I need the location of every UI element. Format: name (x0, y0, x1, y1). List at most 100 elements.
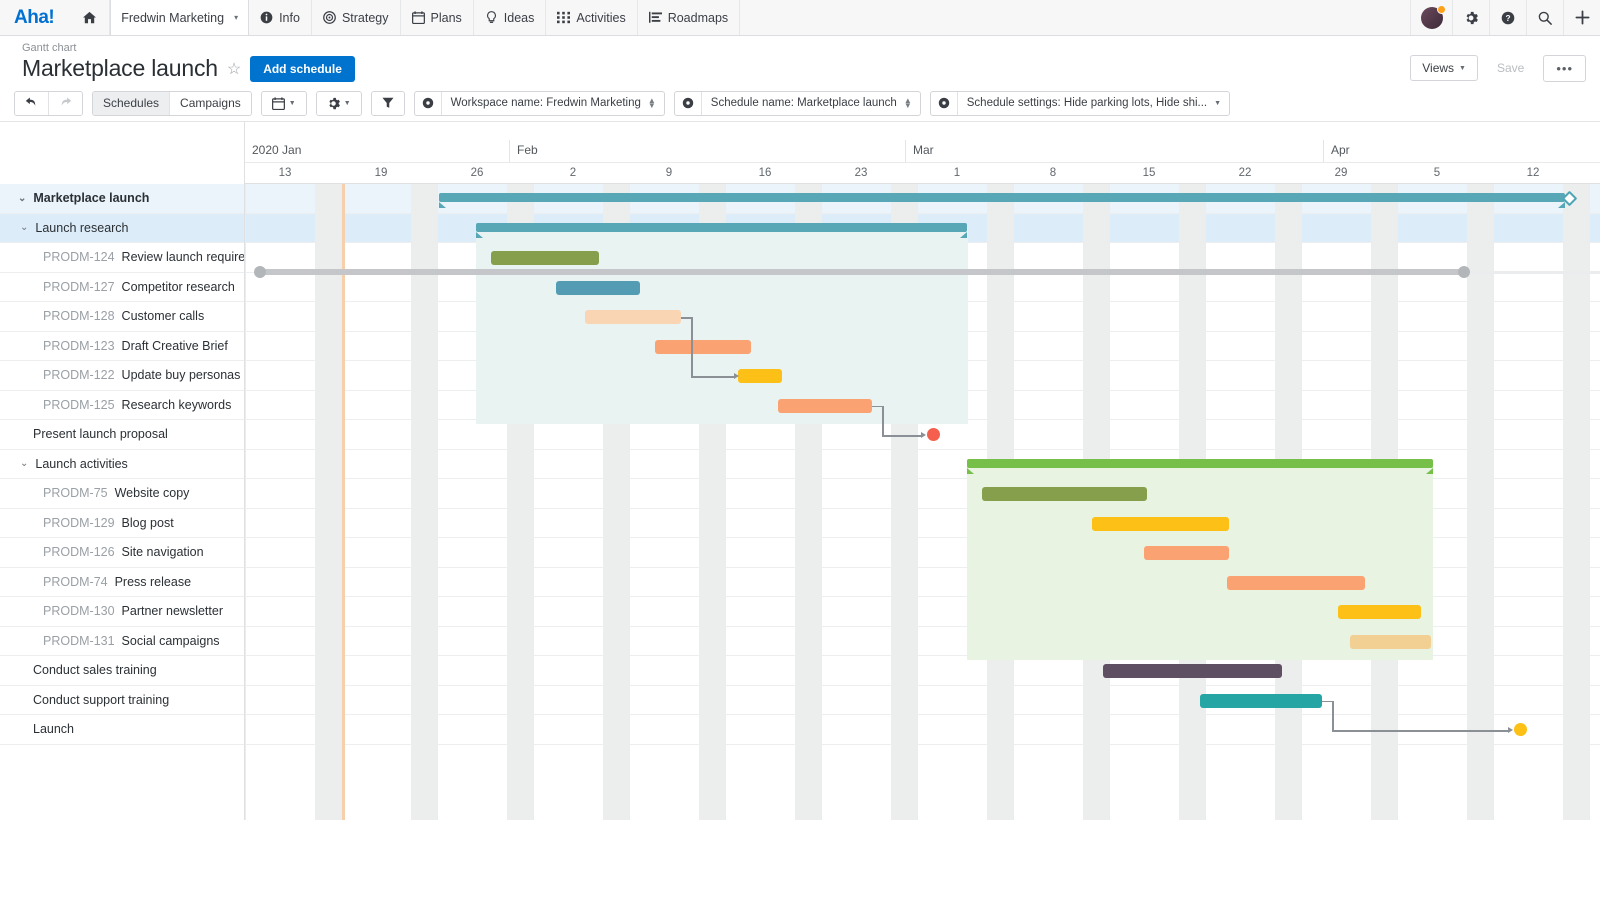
grid-icon (557, 11, 571, 24)
roadmap-icon (648, 11, 662, 24)
gantt-bar[interactable] (778, 398, 872, 413)
gantt-bar[interactable] (491, 251, 599, 265)
slider-handle-left[interactable] (254, 266, 266, 278)
row-label[interactable]: PRODM-129 Blog post (0, 509, 244, 538)
home-icon (83, 11, 97, 24)
month-label: Apr (1323, 140, 1350, 162)
home-button[interactable] (70, 0, 111, 35)
nav-item-roadmaps[interactable]: Roadmaps (638, 0, 741, 35)
remove-filter-icon[interactable] (675, 91, 702, 115)
funnel-icon-button[interactable] (371, 91, 404, 115)
gantt-bar[interactable] (1103, 664, 1282, 678)
summary-bar-cap-right (960, 231, 967, 238)
gantt-bar[interactable] (1227, 575, 1365, 590)
top-navigation-bar: Aha! Fredwin Marketing ▾ Info Strategy P… (0, 0, 1600, 36)
row-label-text: Launch (33, 722, 75, 737)
month-label: Mar (905, 140, 934, 162)
row-label[interactable]: PRODM-124 Review launch requirements (0, 243, 244, 273)
summary-bar[interactable] (476, 222, 967, 232)
row-label[interactable]: PRODM-126 Site navigation (0, 538, 244, 568)
nav-item-plans[interactable]: Plans (401, 0, 474, 35)
row-label[interactable]: PRODM-125 Research keywords (0, 391, 244, 420)
gantt-bar[interactable] (738, 369, 782, 383)
gantt-bar[interactable] (556, 280, 640, 295)
nav-item-info[interactable]: Info (249, 0, 312, 35)
calendar-dropdown-button[interactable]: ▼ (261, 91, 306, 115)
row-label[interactable]: Launch (0, 715, 244, 745)
day-label: 16 (758, 167, 772, 179)
chevron-down-icon[interactable]: ▼ (1214, 100, 1221, 107)
gear-dropdown-button[interactable]: ▼ (316, 91, 361, 115)
add-button[interactable] (1563, 0, 1600, 35)
spinner-icon[interactable]: ▲ ▼ (648, 97, 656, 110)
workspace-selector[interactable]: Fredwin Marketing ▾ (110, 0, 250, 35)
date-range-dropdown[interactable]: ▼ (260, 90, 307, 116)
views-label: Views (1422, 61, 1455, 75)
milestone-dot[interactable] (927, 428, 940, 441)
settings-dropdown[interactable]: ▼ (315, 90, 362, 116)
row-label[interactable]: PRODM-74 Press release (0, 568, 244, 597)
row-label[interactable]: PRODM-75 Website copy (0, 479, 244, 509)
row-label[interactable]: ⌄ Launch activities (0, 449, 244, 479)
gantt-bar[interactable] (1200, 693, 1322, 708)
filter-workspace-name[interactable]: Workspace name: Fredwin Marketing ▲ ▼ (413, 90, 665, 116)
add-schedule-button[interactable]: Add schedule (250, 55, 355, 82)
nav-item-strategy[interactable]: Strategy (312, 0, 401, 35)
search-button[interactable] (1526, 0, 1563, 35)
favorite-star-icon[interactable]: ☆ (227, 59, 241, 79)
tab-schedules[interactable]: Schedules (93, 91, 171, 115)
nav-item-ideas[interactable]: Ideas (474, 0, 547, 35)
milestone-dot[interactable] (1514, 723, 1527, 736)
timeline-corner (0, 122, 245, 184)
gantt-canvas[interactable] (245, 184, 1600, 820)
gantt-bar[interactable] (1092, 516, 1229, 531)
row-label[interactable]: Conduct sales training (0, 656, 244, 686)
avatar[interactable] (1410, 0, 1452, 35)
today-marker-line (342, 184, 345, 820)
chevron-down-icon[interactable]: ⌄ (18, 193, 26, 204)
gantt-bar[interactable] (1144, 546, 1229, 560)
chevron-down-icon[interactable]: ⌄ (20, 222, 28, 233)
undo-button[interactable] (15, 91, 49, 115)
gantt-bar[interactable] (1350, 634, 1431, 649)
more-options-button[interactable]: ••• (1543, 54, 1586, 82)
views-button[interactable]: Views ▼ (1410, 55, 1478, 81)
summary-bar[interactable] (439, 193, 1565, 202)
remove-filter-icon[interactable] (415, 91, 442, 115)
row-label[interactable]: ⌄ Launch research (0, 213, 244, 243)
row-label[interactable]: PRODM-131 Social campaigns (0, 627, 244, 656)
row-label[interactable]: PRODM-127 Competitor research (0, 273, 244, 302)
summary-bar[interactable] (967, 458, 1433, 468)
aha-logo[interactable]: Aha! (0, 0, 70, 35)
row-label[interactable]: PRODM-128 Customer calls (0, 302, 244, 332)
filter-toggle[interactable] (370, 90, 405, 116)
gantt-bar[interactable] (655, 339, 751, 354)
row-label[interactable]: PRODM-130 Partner newsletter (0, 597, 244, 627)
filter-schedule-name[interactable]: Schedule name: Marketplace launch ▲ ▼ (673, 90, 921, 116)
row-label[interactable]: PRODM-122 Update buy personas (0, 361, 244, 391)
summary-bar-cap-right (1558, 202, 1565, 208)
filter-schedule-settings[interactable]: Schedule settings: Hide parking lots, Hi… (929, 90, 1231, 116)
chevron-down-icon[interactable]: ⌄ (20, 458, 28, 469)
row-label-text: Conduct sales training (33, 663, 157, 678)
spinner-icon[interactable]: ▲ ▼ (904, 97, 912, 110)
row-label[interactable]: Conduct support training (0, 686, 244, 715)
tab-campaigns[interactable]: Campaigns (170, 91, 251, 115)
row-label[interactable]: Present launch proposal (0, 420, 244, 450)
row-label[interactable]: PRODM-123 Draft Creative Brief (0, 332, 244, 361)
redo-button (49, 91, 82, 115)
gantt-bar[interactable] (982, 487, 1147, 501)
row-label-text: Press release (114, 574, 192, 589)
help-button[interactable]: ? (1489, 0, 1526, 35)
remove-filter-icon[interactable] (931, 91, 958, 115)
day-label: 26 (470, 167, 484, 179)
settings-button[interactable] (1452, 0, 1489, 35)
gantt-bar[interactable] (585, 310, 681, 324)
slider-handle-right[interactable] (1458, 266, 1470, 278)
timeline-range-slider[interactable] (260, 269, 1464, 275)
gantt-bar[interactable] (1338, 605, 1421, 619)
row-label[interactable]: ⌄ Marketplace launch (0, 184, 244, 214)
row-label-text: Update buy personas (121, 368, 241, 383)
nav-item-activities[interactable]: Activities (546, 0, 638, 35)
nav-right-actions: ? (1410, 0, 1600, 35)
